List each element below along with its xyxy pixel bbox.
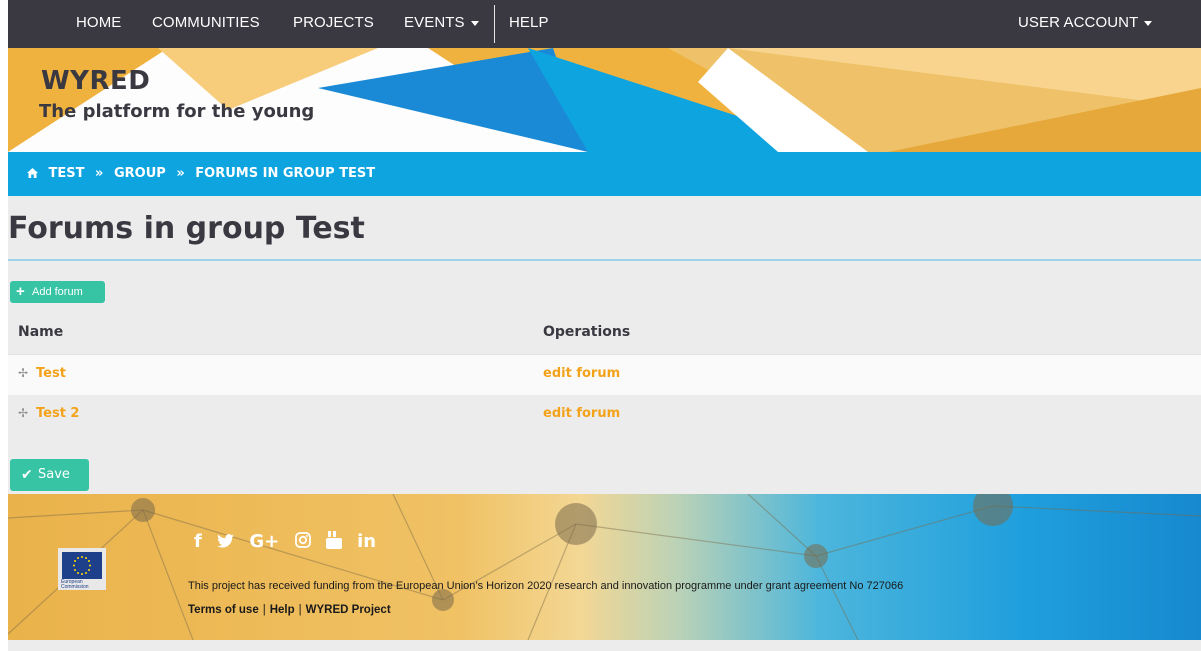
forum-name-link[interactable]: Test	[36, 366, 66, 381]
link-separator: |	[262, 604, 266, 616]
nav-divider	[494, 5, 495, 43]
nav-projects[interactable]: PROJECTS	[293, 0, 374, 48]
breadcrumb-item-group[interactable]: GROUP	[114, 166, 166, 181]
nav-user-account-label: USER ACCOUNT	[1018, 14, 1139, 31]
footer: European Commission f G+ in This project…	[8, 494, 1201, 640]
page: HOME COMMUNITIES PROJECTS EVENTS HELP US…	[8, 0, 1201, 651]
save-label: Save	[38, 467, 70, 482]
breadcrumb: TEST » GROUP » FORUMS IN GROUP TEST	[27, 152, 375, 196]
network-decoration	[8, 494, 1201, 640]
table-row: ✢ Test edit forum	[8, 354, 1201, 396]
nav-help[interactable]: HELP	[509, 0, 549, 48]
social-links: f G+ in	[194, 531, 385, 552]
hero-banner: WYRED The platform for the young	[8, 48, 1201, 152]
twitter-icon[interactable]	[217, 531, 240, 552]
add-forum-label: Add forum	[32, 286, 83, 298]
add-forum-button[interactable]: + Add forum	[10, 281, 105, 303]
checkmark-icon: ✔	[21, 467, 33, 483]
title-divider	[8, 259, 1201, 261]
eu-flag-icon	[62, 552, 102, 579]
breadcrumb-item-test[interactable]: TEST	[49, 166, 85, 181]
eu-commission-logo: European Commission	[58, 548, 106, 590]
breadcrumb-bar: TEST » GROUP » FORUMS IN GROUP TEST	[8, 152, 1201, 196]
forum-name-link[interactable]: Test 2	[36, 406, 79, 421]
footer-links: Terms of use | Help | WYRED Project	[188, 604, 391, 616]
double-chevron-right-icon: »	[95, 166, 104, 181]
wyred-project-link[interactable]: WYRED Project	[306, 604, 391, 616]
google-plus-icon[interactable]: G+	[249, 531, 279, 552]
home-icon[interactable]	[27, 166, 43, 181]
top-navbar: HOME COMMUNITIES PROJECTS EVENTS HELP US…	[8, 0, 1201, 48]
nav-communities[interactable]: COMMUNITIES	[152, 0, 260, 48]
nav-user-account[interactable]: USER ACCOUNT	[1018, 0, 1153, 48]
page-title: Forums in group Test	[8, 211, 365, 246]
eu-caption: European Commission	[61, 580, 89, 590]
caret-down-icon	[470, 20, 479, 26]
edit-forum-link[interactable]: edit forum	[543, 406, 620, 421]
breadcrumb-item-current: FORUMS IN GROUP TEST	[195, 166, 376, 181]
nav-events-label: EVENTS	[404, 14, 465, 31]
instagram-icon[interactable]	[294, 531, 317, 552]
brand-logo-text[interactable]: WYRED	[41, 66, 150, 96]
save-button[interactable]: ✔ Save	[10, 459, 89, 491]
hero-decoration	[8, 48, 1201, 152]
drag-handle-icon[interactable]: ✢	[18, 366, 28, 380]
funding-notice: This project has received funding from t…	[188, 580, 904, 592]
facebook-icon[interactable]: f	[194, 531, 202, 552]
eu-caption-line2: Commission	[61, 584, 89, 590]
double-chevron-right-icon: »	[176, 166, 185, 181]
terms-of-use-link[interactable]: Terms of use	[188, 604, 259, 616]
help-link[interactable]: Help	[270, 604, 295, 616]
edit-forum-link[interactable]: edit forum	[543, 366, 620, 381]
brand-tagline: The platform for the young	[39, 101, 315, 122]
linkedin-icon[interactable]: in	[357, 531, 376, 552]
column-header-name: Name	[18, 324, 64, 340]
table-row: ✢ Test 2 edit forum	[8, 395, 1201, 435]
drag-handle-icon[interactable]: ✢	[18, 406, 28, 420]
plus-icon: +	[16, 283, 25, 300]
nav-events[interactable]: EVENTS	[404, 0, 479, 48]
nav-home[interactable]: HOME	[76, 0, 121, 48]
youtube-icon[interactable]	[325, 531, 348, 552]
column-header-operations: Operations	[543, 324, 631, 340]
caret-down-icon	[1144, 20, 1153, 26]
link-separator: |	[298, 604, 302, 616]
